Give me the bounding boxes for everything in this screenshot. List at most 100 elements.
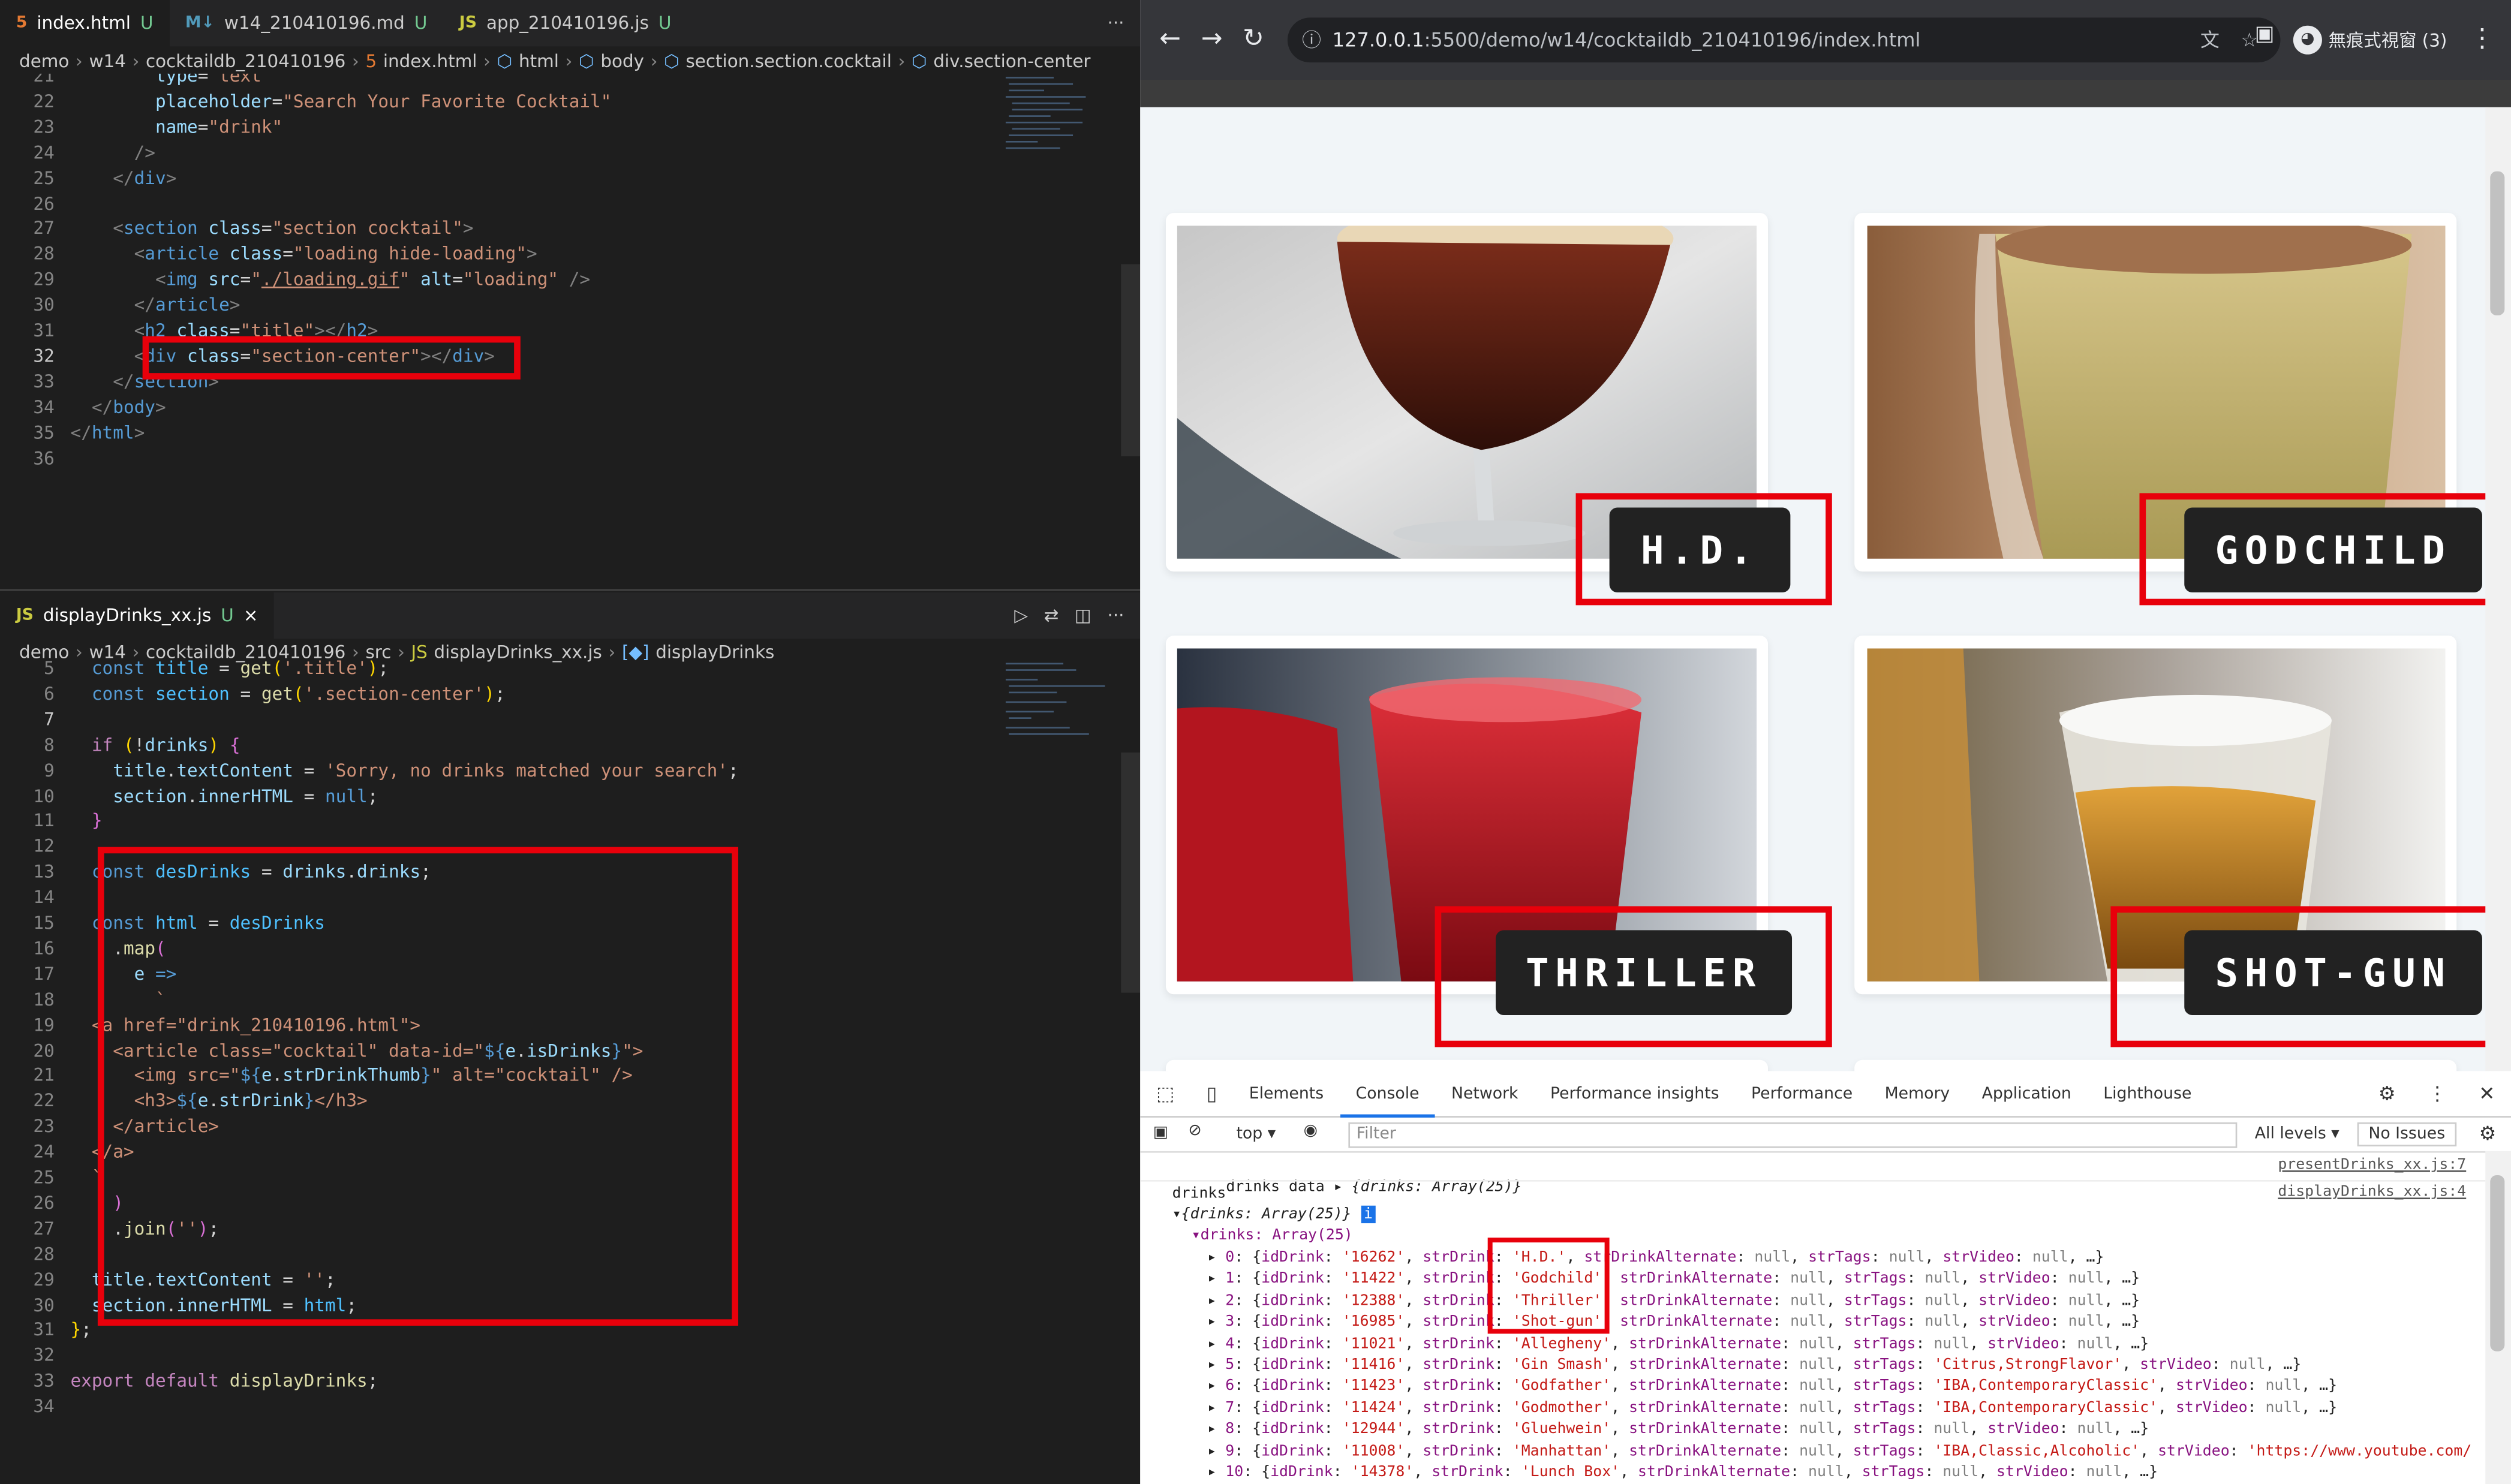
log-levels-dropdown[interactable]: All levels ▾	[2255, 1125, 2339, 1143]
minimap[interactable]	[1002, 660, 1121, 756]
incognito-profile-button[interactable]: ◕ 無痕式視窗 (3)	[2293, 21, 2447, 59]
log-source-link[interactable]: presentDrinks_xx.js:7	[2278, 1156, 2466, 1173]
code-line[interactable]: 27 <section class="section cocktail">	[0, 217, 1121, 243]
console-array-item[interactable]: ▸ 6: {idDrink: '11423', strDrink: 'Godfa…	[1207, 1376, 2337, 1397]
tab-performance-insights[interactable]: Performance insights	[1534, 1070, 1735, 1116]
code-line[interactable]: 35 </html>	[0, 420, 1121, 446]
address-bar[interactable]: ⓘ 127.0.0.1:5500/demo/w14/cocktaildb_210…	[1287, 17, 2281, 63]
code-line[interactable]: 34	[0, 1395, 1121, 1420]
tab-network[interactable]: Network	[1435, 1070, 1534, 1116]
breadcrumb-item[interactable]: cocktaildb_210410196	[146, 50, 345, 71]
tab-index-html[interactable]: 5 index.html U	[0, 0, 170, 47]
tab-performance[interactable]: Performance	[1735, 1070, 1869, 1116]
code-line[interactable]: 7	[0, 708, 1121, 733]
live-expression-eye-icon[interactable]: ◉	[1304, 1122, 1318, 1140]
device-toggle-icon[interactable]: ▯	[1190, 1070, 1233, 1116]
more-actions-icon[interactable]: ···	[1091, 0, 1140, 46]
code-line[interactable]: 6 const section = get('.section-center')…	[0, 682, 1121, 708]
settings-gear-icon[interactable]: ⚙	[2362, 1070, 2411, 1116]
log-source-link[interactable]: displayDrinks_xx.js:4	[2278, 1183, 2466, 1200]
code-line[interactable]: 32	[0, 1344, 1121, 1369]
console-array-item[interactable]: ▸ 9: {idDrink: '11008', strDrink: 'Manha…	[1207, 1440, 2471, 1461]
menu-icon[interactable]: ⋮	[2470, 22, 2495, 53]
tab-memory[interactable]: Memory	[1869, 1070, 1966, 1116]
more-options-icon[interactable]: ⋮	[2411, 1070, 2462, 1116]
translate-icon[interactable]: 文	[2200, 17, 2220, 62]
code-line[interactable]: 36	[0, 446, 1121, 472]
compare-icon[interactable]: ⇄	[1044, 605, 1059, 626]
code-line[interactable]: 30 </article>	[0, 293, 1121, 319]
code-line[interactable]: 10 section.innerHTML = null;	[0, 784, 1121, 809]
code-line[interactable]: 28 <article class="loading hide-loading"…	[0, 242, 1121, 268]
console-array-item[interactable]: ▸ 4: {idDrink: '11021', strDrink: 'Alleg…	[1207, 1333, 2149, 1354]
split-divider[interactable]	[0, 589, 1141, 591]
console-scrollbar[interactable]	[2485, 1151, 2511, 1484]
console-array-item[interactable]: ▸ 5: {idDrink: '11416', strDrink: 'Gin S…	[1207, 1354, 2301, 1375]
scrollbar-thumb[interactable]	[2490, 1175, 2505, 1351]
console-array[interactable]: ▾drinks: Array(25)	[1192, 1225, 1353, 1246]
console-array-item[interactable]: ▸ 7: {idDrink: '11424', strDrink: 'Godmo…	[1207, 1398, 2337, 1419]
code-line[interactable]: 25 </div>	[0, 166, 1121, 192]
code-line[interactable]: 8 if (!drinks) {	[0, 733, 1121, 758]
info-icon[interactable]: ⓘ	[1302, 17, 1321, 62]
breadcrumb-item[interactable]: demo	[19, 50, 69, 71]
issues-button[interactable]: No Issues	[2357, 1122, 2456, 1146]
clear-console-icon[interactable]: ⊘	[1188, 1122, 1201, 1140]
breadcrumb-item[interactable]: body	[600, 50, 644, 71]
minimap[interactable]	[1002, 73, 1121, 170]
code-line[interactable]: 22 placeholder="Search Your Favorite Coc…	[0, 89, 1121, 115]
tab-md[interactable]: M↓ w14_210410196.md U	[169, 0, 443, 46]
breadcrumb-item[interactable]: w14	[89, 50, 125, 71]
reload-icon[interactable]: ↻	[1243, 22, 1264, 53]
code-line[interactable]: 5 const title = get('.title');	[0, 658, 1121, 682]
sidebar-toggle-icon[interactable]: ▣	[1153, 1124, 1168, 1142]
page-scrollbar[interactable]	[2485, 107, 2511, 1071]
code-line[interactable]: 33 export default displayDrinks;	[0, 1369, 1121, 1395]
scrollbar-thumb[interactable]	[2490, 171, 2505, 316]
console-array-item[interactable]: ▸ 0: {idDrink: '16262', strDrink: 'H.D.'…	[1207, 1247, 2104, 1268]
inspect-icon[interactable]: ⬚	[1140, 1070, 1190, 1116]
forward-icon[interactable]: →	[1201, 22, 1223, 53]
context-select[interactable]: top ▾	[1236, 1125, 1276, 1143]
cocktail-card[interactable]	[1854, 1059, 2457, 1071]
breadcrumb-item[interactable]: section.section.cocktail	[686, 50, 892, 71]
tab-app-js[interactable]: JS app_210410196.js U	[443, 0, 687, 46]
more-actions-icon[interactable]: ···	[1107, 605, 1124, 626]
tab-lighthouse[interactable]: Lighthouse	[2088, 1070, 2208, 1116]
cocktail-card[interactable]	[1165, 1059, 1768, 1071]
scrollbar[interactable]	[1121, 264, 1141, 457]
back-icon[interactable]: ←	[1159, 22, 1181, 53]
code-line[interactable]: 29 <img src="./loading.gif" alt="loading…	[0, 267, 1121, 293]
console-object[interactable]: ▾{drinks: Array(25)} i	[1172, 1204, 1376, 1225]
tab-display-drinks[interactable]: JS displayDrinks_xx.js U ×	[0, 592, 275, 639]
close-icon[interactable]: ✕	[2463, 1070, 2511, 1116]
code-line[interactable]: 11 }	[0, 809, 1121, 835]
split-editor-icon[interactable]: ◫	[1075, 605, 1091, 626]
console-filter-input[interactable]: Filter	[1348, 1122, 2238, 1148]
console-array-item[interactable]: ▸ 1: {idDrink: '11422', strDrink: 'Godch…	[1207, 1269, 2140, 1290]
code-line[interactable]: 24 />	[0, 140, 1121, 166]
run-icon[interactable]: ▷	[1014, 605, 1028, 626]
code-line[interactable]: 21 type="text"	[0, 74, 1121, 90]
tab-elements[interactable]: Elements	[1233, 1070, 1340, 1116]
console-log-entry[interactable]: drinks data ▸ {drinks: Array(25)}	[1172, 1156, 1521, 1196]
code-line[interactable]: 23 name="drink"	[0, 115, 1121, 141]
console-array-item[interactable]: ▸ 3: {idDrink: '16985', strDrink: 'Shot-…	[1207, 1311, 2140, 1332]
breadcrumb-item[interactable]: div.section-center	[933, 50, 1090, 71]
sidepanel-icon[interactable]: ▣	[2255, 22, 2275, 46]
breadcrumb-item[interactable]: index.html	[383, 50, 477, 71]
line-number: 26	[33, 192, 55, 214]
console-array-item[interactable]: ▸ 8: {idDrink: '12944', strDrink: 'Glueh…	[1207, 1419, 2149, 1440]
code-editor-top[interactable]: 21 type="text" 22 placeholder="Search You…	[0, 74, 1121, 586]
scrollbar[interactable]	[1121, 752, 1141, 993]
breadcrumb-item[interactable]: html	[519, 50, 559, 71]
code-line[interactable]: 26	[0, 191, 1121, 217]
code-line[interactable]: 34 </body>	[0, 395, 1121, 421]
tab-application[interactable]: Application	[1966, 1070, 2088, 1116]
code-line[interactable]: 9 title.textContent = 'Sorry, no drinks …	[0, 758, 1121, 784]
console-array-item[interactable]: ▸ 2: {idDrink: '12388', strDrink: 'Thril…	[1207, 1290, 2140, 1311]
tab-console[interactable]: Console	[1339, 1070, 1436, 1117]
console-settings-gear-icon[interactable]: ⚙	[2479, 1122, 2497, 1145]
close-icon[interactable]: ×	[243, 605, 258, 626]
console-array-item[interactable]: ▸ 10: {idDrink: '14378', strDrink: 'Lunc…	[1207, 1462, 2158, 1483]
